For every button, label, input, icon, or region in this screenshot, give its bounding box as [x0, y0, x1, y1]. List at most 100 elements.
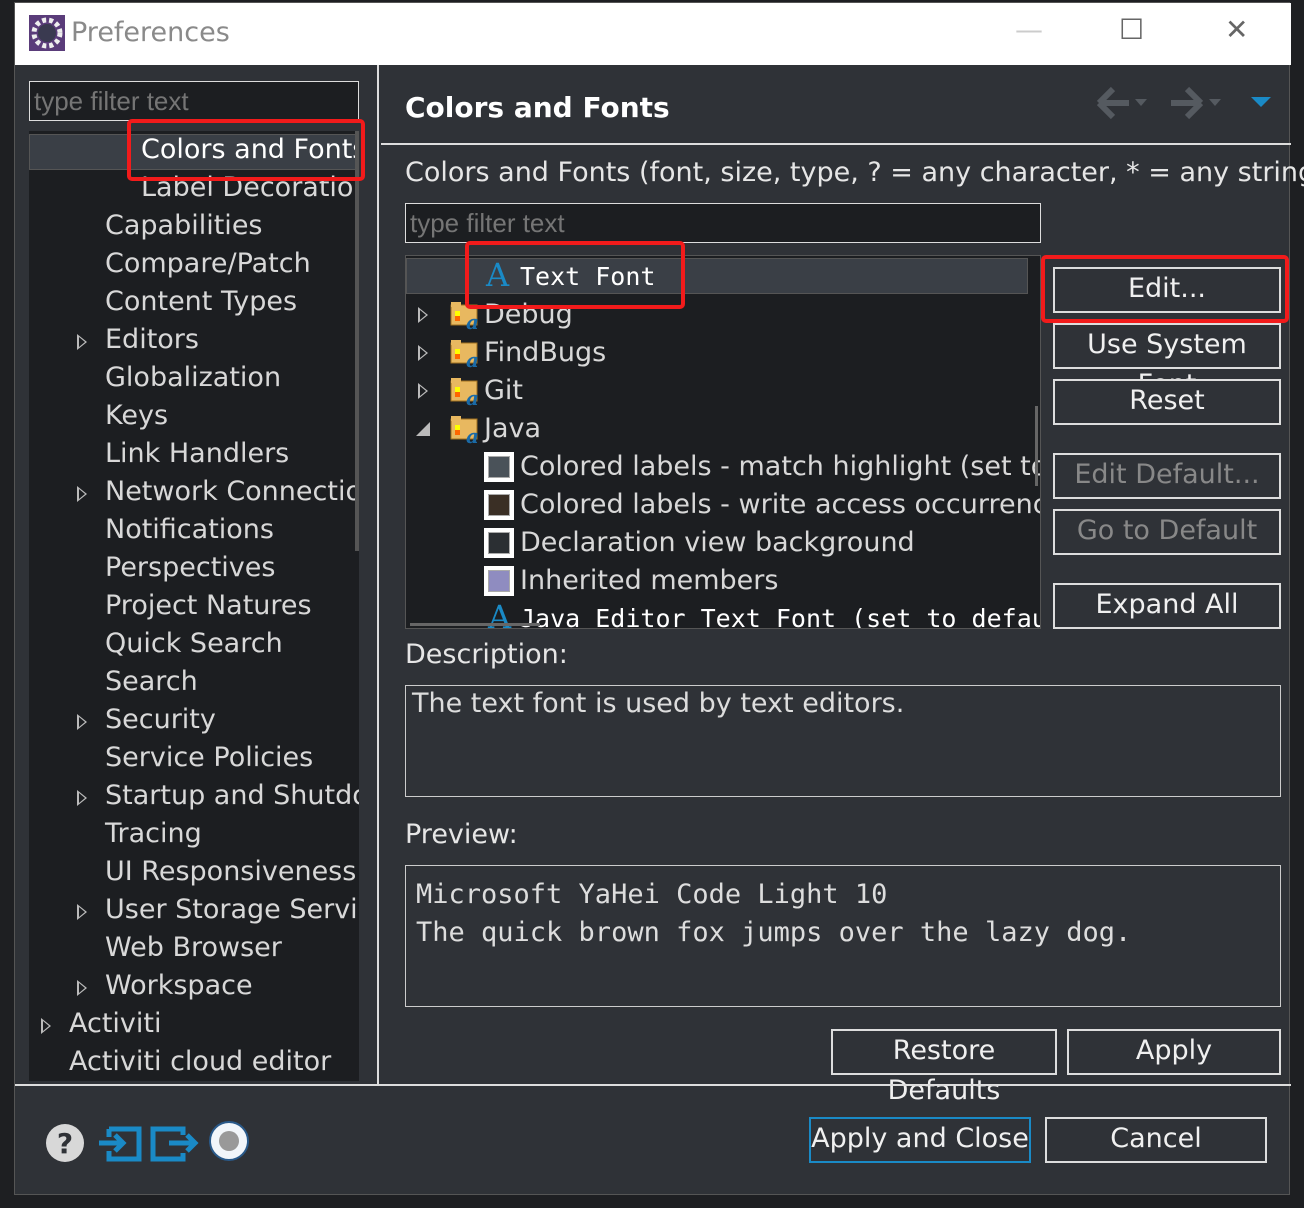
expand-arrow-icon[interactable] — [77, 714, 87, 730]
sidebar-item[interactable]: Capabilities — [105, 207, 263, 245]
sidebar-item[interactable]: Compare/Patch — [105, 245, 311, 283]
reset-button[interactable]: Reset — [1053, 379, 1281, 425]
preview-line: The quick brown fox jumps over the lazy … — [416, 917, 1132, 948]
sidebar-filter-input[interactable] — [29, 81, 359, 121]
highlight-box — [127, 119, 365, 181]
sidebar-item[interactable]: Service Policies — [105, 739, 313, 777]
sidebar-item[interactable]: Startup and Shutdown — [105, 777, 359, 815]
svg-text:?: ? — [57, 1127, 73, 1160]
apply-and-close-button[interactable]: Apply and Close — [809, 1117, 1031, 1163]
title-bar: Preferences — ☐ ✕ — [15, 3, 1291, 65]
expand-arrow-icon[interactable] — [418, 383, 428, 399]
back-arrow-icon[interactable] — [1096, 86, 1129, 120]
collapse-arrow-icon[interactable] — [416, 422, 430, 436]
expand-arrow-icon[interactable] — [77, 980, 87, 996]
expand-arrow-icon[interactable] — [77, 486, 87, 502]
color-swatch-icon — [484, 566, 514, 596]
cancel-button[interactable]: Cancel — [1045, 1117, 1267, 1163]
expand-arrow-icon[interactable] — [418, 345, 428, 361]
navigation-toolbar — [1096, 86, 1271, 120]
expand-arrow-icon[interactable] — [418, 307, 428, 323]
footer-icons: ? — [45, 1121, 255, 1169]
colors-fonts-page: Colors and Fonts Colors and Fonts (font,… — [381, 65, 1304, 1106]
window-title: Preferences — [71, 17, 230, 48]
description-text: The text font is used by text editors. — [405, 685, 1281, 797]
go-to-default-button[interactable]: Go to Default — [1053, 509, 1281, 555]
help-icon[interactable]: ? — [46, 1124, 84, 1162]
sidebar-item[interactable]: Search — [105, 663, 198, 701]
highlight-box — [1041, 255, 1289, 323]
description-label: Description: — [405, 639, 568, 670]
restore-defaults-button[interactable]: Restore Defaults — [831, 1029, 1057, 1106]
svg-text:a: a — [466, 424, 479, 445]
maximize-button[interactable]: ☐ — [1119, 13, 1144, 46]
folder-icon: a — [450, 413, 480, 448]
forward-arrow-icon[interactable] — [1171, 86, 1204, 120]
tree-item[interactable]: Declaration view background — [520, 524, 915, 562]
sidebar-item[interactable]: Globalization — [105, 359, 281, 397]
use-system-font-button[interactable]: Use System Font — [1053, 323, 1281, 400]
view-menu-icon[interactable] — [1251, 97, 1271, 107]
tree-item[interactable]: Inherited members — [520, 562, 778, 600]
intro-label: Colors and Fonts (font, size, type, ? = … — [405, 157, 1304, 188]
sidebar-item[interactable]: Link Handlers — [105, 435, 289, 473]
sidebar-item[interactable]: Network Connections — [105, 473, 359, 511]
svg-text:a: a — [466, 386, 479, 407]
record-icon[interactable] — [209, 1121, 249, 1161]
expand-all-button[interactable]: Expand All — [1053, 583, 1281, 629]
svg-text:a: a — [466, 310, 479, 331]
minimize-button[interactable]: — — [1015, 13, 1043, 46]
export-icon[interactable] — [150, 1126, 199, 1162]
expand-arrow-icon[interactable] — [77, 334, 87, 350]
edit-default-button[interactable]: Edit Default... — [1053, 453, 1281, 499]
gear-icon — [29, 15, 65, 51]
color-swatch-icon — [484, 452, 514, 482]
sidebar-item[interactable]: Workspace — [105, 967, 253, 1005]
sidebar-scrollbar[interactable] — [355, 131, 359, 551]
close-button[interactable]: ✕ — [1225, 13, 1248, 46]
forward-dropdown-icon[interactable] — [1209, 99, 1221, 106]
sidebar-item[interactable]: Content Types — [105, 283, 297, 321]
sidebar-item[interactable]: User Storage Service — [105, 891, 359, 929]
tree-item[interactable]: Java — [484, 410, 541, 448]
import-icon[interactable] — [99, 1126, 142, 1162]
sidebar-item[interactable]: Keys — [105, 397, 168, 435]
preview-label: Preview: — [405, 819, 518, 850]
tree-item[interactable]: Java Editor Text Font (set to default: T… — [520, 600, 1040, 628]
highlight-box — [465, 241, 685, 309]
expand-arrow-icon[interactable] — [77, 790, 87, 806]
preview-box: Microsoft YaHei Code Light 10 The quick … — [405, 865, 1281, 1007]
sidebar-item[interactable]: Project Natures — [105, 587, 312, 625]
color-swatch-icon — [484, 490, 514, 520]
sidebar-item[interactable]: Notifications — [105, 511, 274, 549]
sidebar-item[interactable]: Editors — [105, 321, 199, 359]
font-filter-input[interactable] — [405, 203, 1041, 243]
sidebar-item[interactable]: Perspectives — [105, 549, 275, 587]
apply-button[interactable]: Apply — [1067, 1029, 1281, 1075]
vertical-scrollbar[interactable] — [1035, 406, 1038, 486]
tree-item[interactable]: FindBugs — [484, 334, 606, 372]
svg-text:a: a — [466, 348, 479, 369]
sidebar-item[interactable]: Activiti — [69, 1005, 162, 1043]
expand-arrow-icon[interactable] — [41, 1018, 51, 1034]
horizontal-scrollbar[interactable] — [410, 623, 540, 626]
sidebar-item[interactable]: Web Browser — [105, 929, 282, 967]
tree-item[interactable]: Colored labels - write access occurrence… — [520, 486, 1040, 524]
sidebar-item[interactable]: Quick Search — [105, 625, 283, 663]
page-title: Colors and Fonts — [405, 91, 670, 124]
folder-icon: a — [450, 337, 480, 372]
color-swatch-icon — [484, 528, 514, 558]
preference-navigation: Colors and FontsLabel DecorationsCapabil… — [15, 65, 379, 1084]
folder-icon: a — [450, 375, 480, 410]
sidebar-item[interactable]: Security — [105, 701, 216, 739]
divider — [381, 143, 1291, 145]
tree-item[interactable]: Colored labels - match highlight (set to… — [520, 448, 1040, 486]
sidebar-item[interactable]: UI Responsiveness — [105, 853, 356, 891]
colors-fonts-tree: A Text Font a Debug a FindBugs a Git a Java Colore… — [405, 255, 1041, 629]
expand-arrow-icon[interactable] — [77, 904, 87, 920]
sidebar-item[interactable]: Tracing — [105, 815, 202, 853]
tree-item[interactable]: Git — [484, 372, 523, 410]
back-dropdown-icon[interactable] — [1135, 99, 1147, 106]
sidebar-item[interactable]: Activiti cloud editor — [69, 1043, 331, 1081]
preference-tree: Colors and FontsLabel DecorationsCapabil… — [29, 131, 359, 1081]
